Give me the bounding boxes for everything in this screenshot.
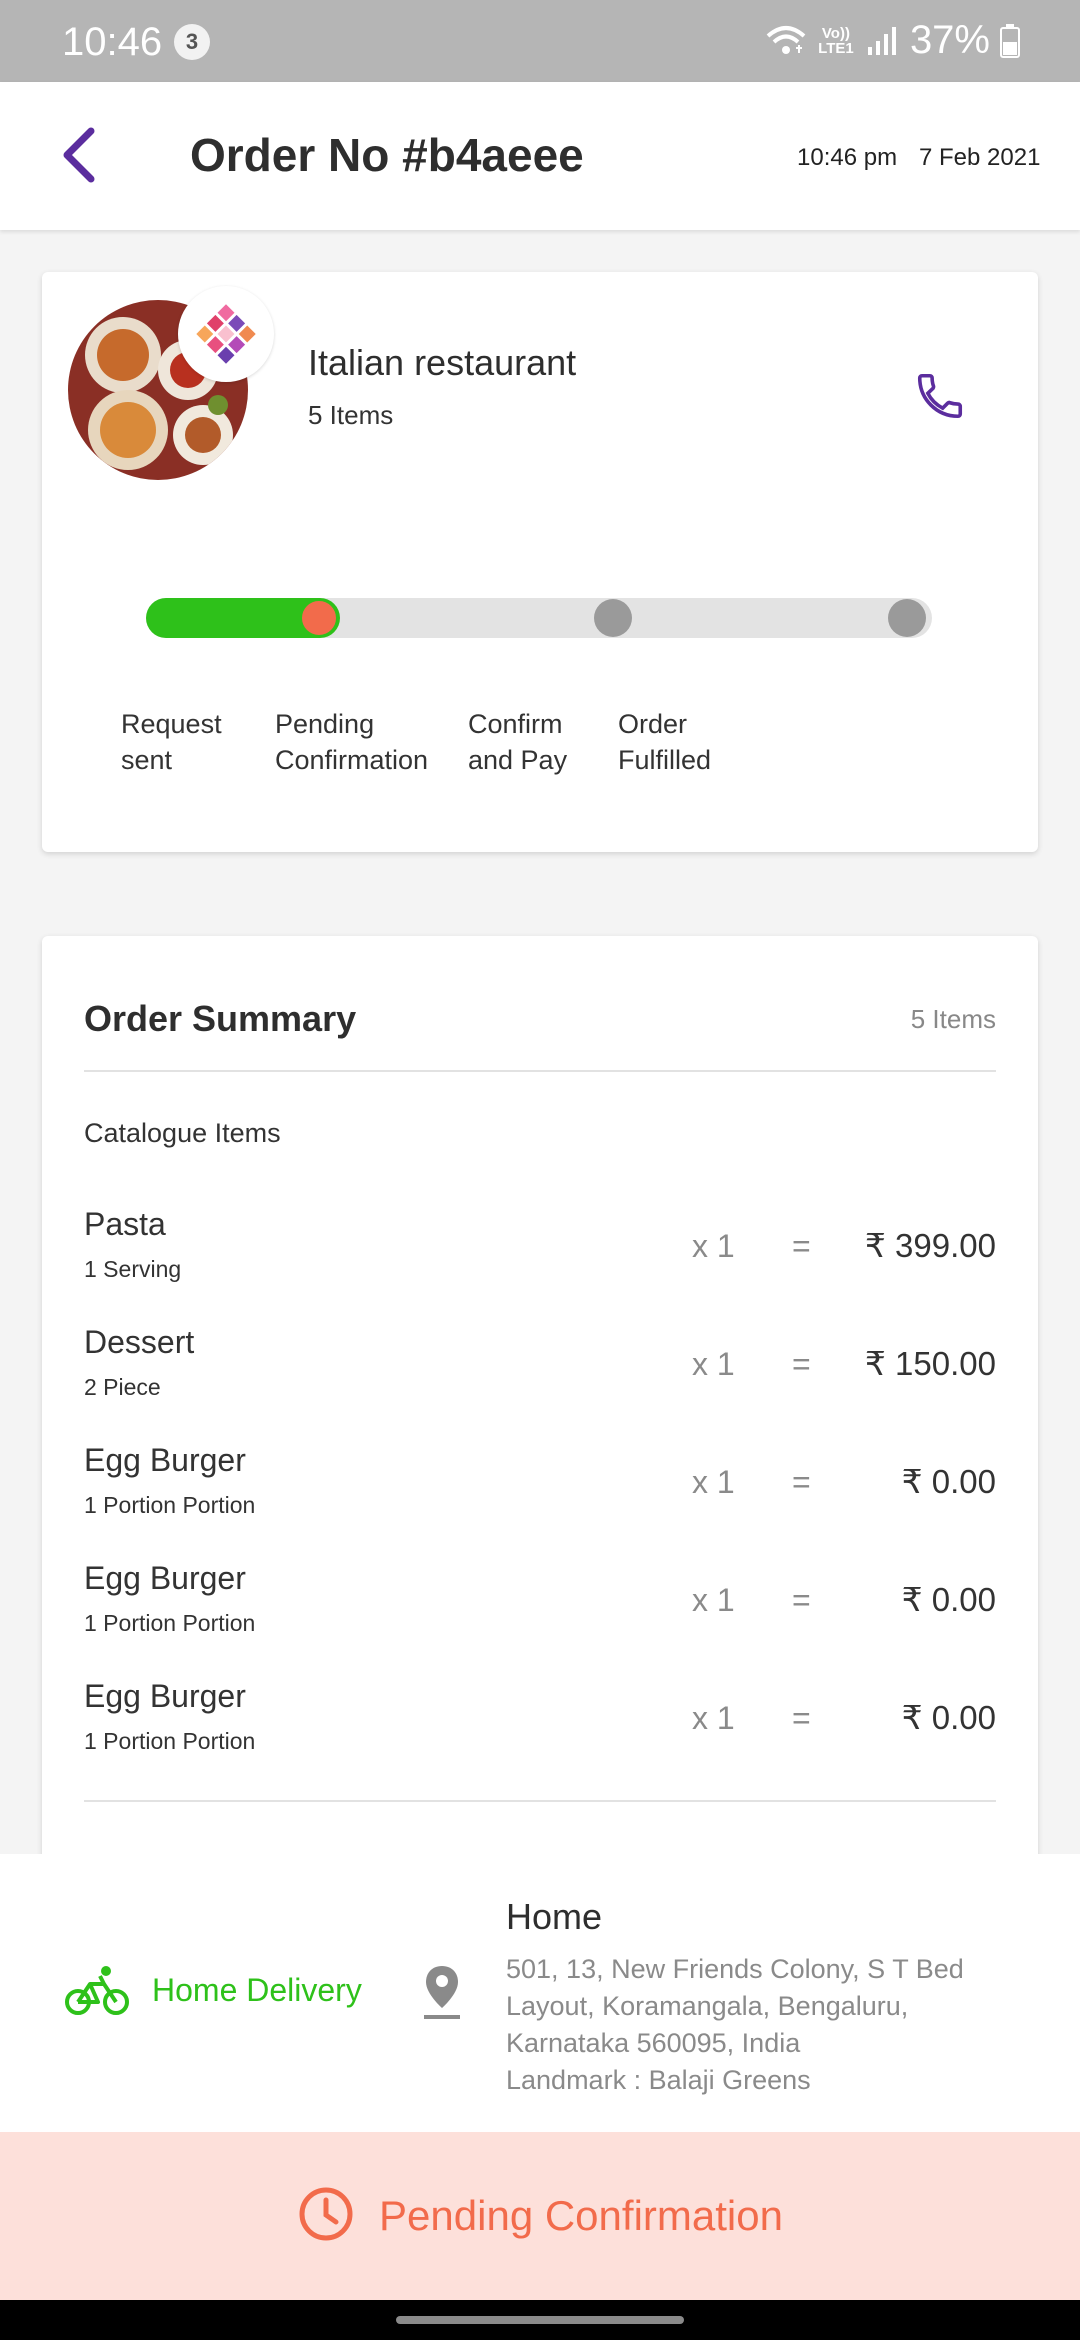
signal-icon (866, 25, 900, 57)
item-unit: 1 Portion Portion (84, 1610, 256, 1636)
divider (84, 1070, 996, 1072)
progress-dot-current (300, 599, 338, 637)
item-price: ₹ 399.00 (864, 1227, 996, 1264)
item-equals: = (792, 1582, 811, 1618)
order-item-row: Egg Burger 1 Portion Portion x 1 = ₹ 0.0… (84, 1678, 996, 1778)
item-unit: 1 Serving (84, 1256, 182, 1282)
wifi-icon (766, 24, 806, 58)
item-quantity: x 1 (692, 1346, 735, 1382)
item-equals: = (792, 1346, 811, 1382)
clock-icon (297, 2185, 355, 2248)
phone-icon (917, 373, 963, 419)
order-details-screen: 10:46 3 Vo)) LTE1 37% Order No #b4aeee 1… (0, 0, 1080, 2340)
status-icons: Vo)) LTE1 37% (766, 18, 1020, 63)
restaurant-card: Italian restaurant 5 Items Request sent … (42, 272, 1038, 852)
item-equals: = (792, 1464, 811, 1500)
catalogue-items-label: Catalogue Items (84, 1118, 281, 1148)
item-price: ₹ 150.00 (864, 1345, 996, 1382)
call-button[interactable] (900, 356, 980, 436)
item-name: Egg Burger (84, 1678, 246, 1714)
item-quantity: x 1 (692, 1700, 735, 1736)
item-name: Egg Burger (84, 1442, 246, 1478)
item-name: Pasta (84, 1206, 166, 1242)
order-item-row: Dessert 2 Piece x 1 = ₹ 150.00 (84, 1324, 996, 1424)
page-title: Order No #b4aeee (190, 129, 584, 181)
volte-indicator: Vo)) LTE1 (818, 24, 854, 57)
order-status-bar[interactable]: Pending Confirmation (0, 2132, 1080, 2300)
order-date: 7 Feb 2021 (919, 144, 1041, 171)
order-summary-count: 5 Items (910, 1004, 996, 1034)
item-price: ₹ 0.00 (901, 1699, 996, 1736)
battery-icon (1000, 23, 1020, 58)
delivery-panel: Home Delivery Home 501, 13, New Friends … (0, 1854, 1080, 2132)
order-time: 10:46 pm (797, 144, 898, 171)
bicycle-icon (64, 1964, 130, 2023)
order-status-text: Pending Confirmation (379, 2192, 783, 2239)
battery-percentage: 37% (909, 18, 990, 62)
chevron-left-icon (63, 127, 95, 183)
item-name: Dessert (84, 1324, 195, 1360)
item-name: Egg Burger (84, 1560, 246, 1596)
step-label-confirm-and-pay: Confirm and Pay (468, 709, 568, 775)
order-summary-title: Order Summary (84, 998, 357, 1039)
divider (84, 1800, 996, 1802)
status-time: 10:46 (62, 20, 163, 64)
item-equals: = (792, 1228, 811, 1264)
address-line: 501, 13, New Friends Colony, S T Bed (506, 1954, 964, 1984)
back-button[interactable] (44, 120, 114, 190)
progress-dot-pending (594, 599, 632, 637)
order-item-row: Egg Burger 1 Portion Portion x 1 = ₹ 0.0… (84, 1560, 996, 1660)
notification-count-badge: 3 (174, 24, 210, 60)
address-line: Layout, Koramangala, Bengaluru, (506, 1991, 909, 2021)
app-bar: Order No #b4aeee 10:46 pm 7 Feb 2021 (0, 82, 1080, 230)
system-nav-bar (0, 2300, 1080, 2340)
address-landmark: Landmark : Balaji Greens (506, 2065, 811, 2095)
item-quantity: x 1 (692, 1582, 735, 1618)
order-progress-track (146, 598, 932, 638)
order-summary-card: Order Summary 5 Items Catalogue Items Pa… (42, 936, 1038, 1866)
restaurant-item-count: 5 Items (308, 400, 394, 430)
item-unit: 1 Portion Portion (84, 1492, 256, 1518)
address-line: Karnataka 560095, India (506, 2028, 801, 2058)
restaurant-logo (178, 286, 274, 382)
step-label-pending-confirmation: Pending Confirmation (275, 709, 429, 775)
home-indicator[interactable] (396, 2316, 684, 2324)
item-equals: = (792, 1700, 811, 1736)
item-price: ₹ 0.00 (901, 1463, 996, 1500)
item-price: ₹ 0.00 (901, 1581, 996, 1618)
order-item-row: Pasta 1 Serving x 1 = ₹ 399.00 (84, 1206, 996, 1306)
order-item-row: Egg Burger 1 Portion Portion x 1 = ₹ 0.0… (84, 1442, 996, 1542)
step-label-order-fulfilled: Order Fulfilled (618, 709, 712, 775)
status-bar: 10:46 3 Vo)) LTE1 37% (0, 0, 1080, 82)
restaurant-name: Italian restaurant (308, 342, 577, 383)
item-unit: 2 Piece (84, 1374, 161, 1400)
address-title: Home (506, 1896, 603, 1937)
location-pin-icon (420, 1962, 464, 2027)
item-quantity: x 1 (692, 1228, 735, 1264)
item-quantity: x 1 (692, 1464, 735, 1500)
delivery-mode: Home Delivery (152, 1972, 362, 2008)
progress-dot-pending (888, 599, 926, 637)
item-unit: 1 Portion Portion (84, 1728, 256, 1754)
step-label-request-sent: Request sent (121, 709, 222, 775)
